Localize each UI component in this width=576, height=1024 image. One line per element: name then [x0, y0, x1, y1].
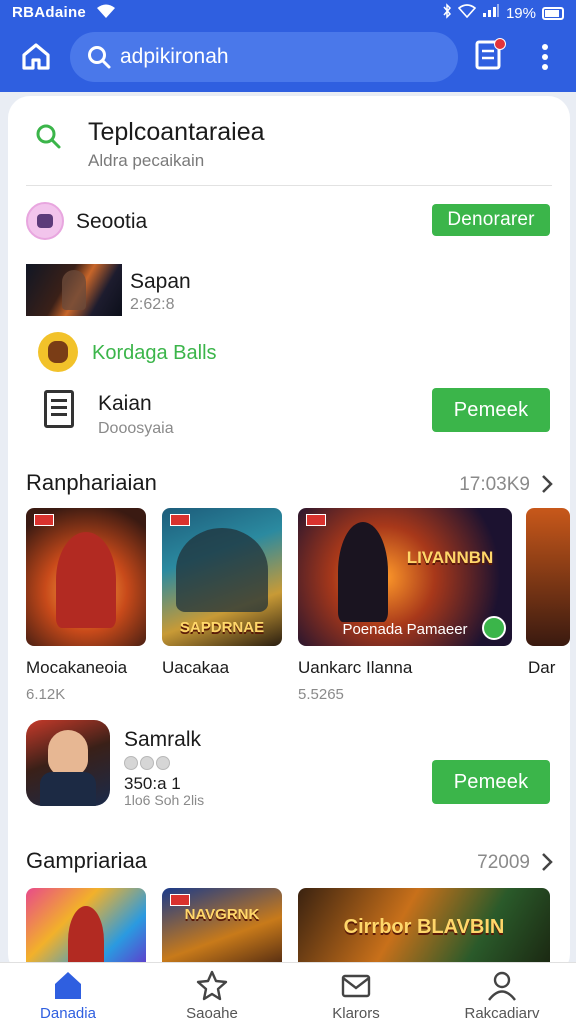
rating-dots	[124, 756, 170, 770]
suggestion-title: Teplcoantaraiea	[88, 118, 265, 146]
game-tile[interactable]	[26, 508, 146, 646]
suggestion-subtitle: Aldra pecaikain	[88, 151, 205, 170]
rating-dot	[124, 756, 138, 770]
section-title: Ranphariaian	[26, 470, 157, 495]
star-icon	[196, 970, 228, 1001]
nav-label: Klarors	[332, 1005, 380, 1022]
game-rating: 5.5265	[298, 686, 344, 703]
mail-icon	[341, 974, 371, 998]
nav-label: Rakcadiarv	[464, 1005, 540, 1022]
game-logo-text: LIVANNBN	[406, 548, 494, 567]
divider	[26, 185, 552, 186]
search-bar[interactable]: adpikironah	[70, 32, 458, 82]
install-button[interactable]: Pemeek	[432, 388, 550, 432]
game-title: Uankarc Ilanna	[298, 658, 413, 677]
section-meta: 72009	[477, 852, 530, 873]
list-item[interactable]: Sapan 2:62:8	[8, 264, 570, 320]
section-title: Gampriariaa	[26, 848, 148, 873]
chevron-right-icon[interactable]	[540, 852, 554, 872]
list-item[interactable]: Kaian Dooosyaia Pemeek	[8, 386, 570, 442]
game-tile-caption: Poenada Pamaeer	[342, 621, 468, 638]
character-art	[176, 528, 268, 612]
game-logo-text: Cirrbor BLAVBIN	[343, 916, 505, 938]
app-icon	[26, 720, 110, 806]
chevron-right-icon[interactable]	[540, 474, 554, 494]
wifi-icon	[457, 4, 477, 22]
home-button[interactable]	[14, 36, 58, 76]
bottom-navigation: Danadia Saoahe Klarors Rakcadiarv	[0, 962, 576, 1024]
nav-item-home[interactable]: Danadia	[8, 963, 128, 1024]
search-icon	[88, 46, 111, 69]
install-button[interactable]: Denorarer	[432, 204, 550, 236]
home-icon	[55, 972, 81, 999]
rating-dot	[140, 756, 154, 770]
carrier-label: RBAdaine	[12, 4, 87, 21]
list-item-title: Kordaga Balls	[92, 342, 217, 364]
character-art	[338, 522, 388, 622]
app-meta-secondary: 1lo6 Soh 2lis	[124, 792, 205, 808]
dot	[542, 54, 548, 60]
dot	[542, 64, 548, 70]
search-icon	[36, 124, 61, 149]
app-title: Samralk	[124, 728, 202, 751]
game-tile[interactable]: SAPDRNAE	[162, 508, 282, 646]
game-logo-text: SAPDRNAE	[179, 619, 265, 636]
list-item-subtitle: Dooosyaia	[98, 420, 174, 437]
battery-icon	[542, 6, 564, 20]
more-options-button[interactable]	[532, 40, 558, 74]
search-input[interactable]: adpikironah	[120, 45, 229, 69]
game-title: Uacakaa	[162, 658, 230, 677]
game-rating: 6.12K	[26, 686, 66, 703]
content-card: Teplcoantaraiea Aldra pecaikain Seootia …	[8, 96, 570, 976]
dot	[542, 44, 548, 50]
game-title: Mocakaneoia	[26, 658, 128, 677]
game-tile[interactable]: LIVANNBN Poenada Pamaeer	[298, 508, 512, 646]
list-item[interactable]: Seootia Denorarer	[8, 196, 570, 246]
game-title: Dar	[528, 658, 556, 677]
install-button[interactable]: Pemeek	[432, 760, 550, 804]
nav-label: Saoahe	[186, 1005, 238, 1022]
app-avatar-icon	[26, 202, 64, 240]
suggestion-header[interactable]: Teplcoantaraiea Aldra pecaikain	[8, 96, 570, 186]
list-item-subtitle: 2:62:8	[130, 296, 175, 313]
character-art	[56, 532, 116, 628]
game-tile[interactable]	[526, 508, 570, 646]
list-item-title: Sapan	[130, 270, 191, 293]
nav-item-messages[interactable]: Klarors	[296, 963, 416, 1024]
app-meta: 350:a 1	[124, 774, 181, 793]
nav-item-profile[interactable]: Rakcadiarv	[442, 963, 562, 1024]
home-icon	[22, 43, 50, 70]
signal-icon	[482, 4, 500, 22]
nav-label: Danadia	[40, 1005, 96, 1022]
rating-dot	[156, 756, 170, 770]
downloads-button[interactable]	[474, 38, 506, 72]
list-item[interactable]: Kordaga Balls	[8, 332, 570, 376]
nav-item-favorites[interactable]: Saoahe	[152, 963, 272, 1024]
game-logo-text: NAVGRNK	[184, 906, 260, 923]
app-bar: RBAdaine 19% adpikironah	[0, 0, 576, 92]
badge-icon	[170, 894, 190, 906]
battery-percent: 19%	[505, 4, 536, 22]
featured-app[interactable]: Samralk 350:a 1 1lo6 Soh 2lis Pemeek	[8, 720, 570, 810]
bluetooth-icon	[442, 3, 452, 23]
document-icon	[44, 390, 74, 428]
badge-icon	[34, 514, 54, 526]
list-item-title: Seootia	[76, 210, 148, 233]
app-avatar-icon	[38, 332, 78, 372]
game-thumbnail	[26, 264, 122, 316]
notification-badge	[494, 38, 506, 50]
wifi-icon	[96, 3, 116, 23]
status-bar: RBAdaine 19%	[0, 0, 576, 26]
badge-icon	[170, 514, 190, 526]
section-meta: 17:03K9	[459, 474, 530, 495]
badge-icon	[306, 514, 326, 526]
person-icon	[488, 971, 516, 1001]
play-icon	[482, 616, 506, 640]
list-item-title: Kaian	[98, 392, 152, 415]
